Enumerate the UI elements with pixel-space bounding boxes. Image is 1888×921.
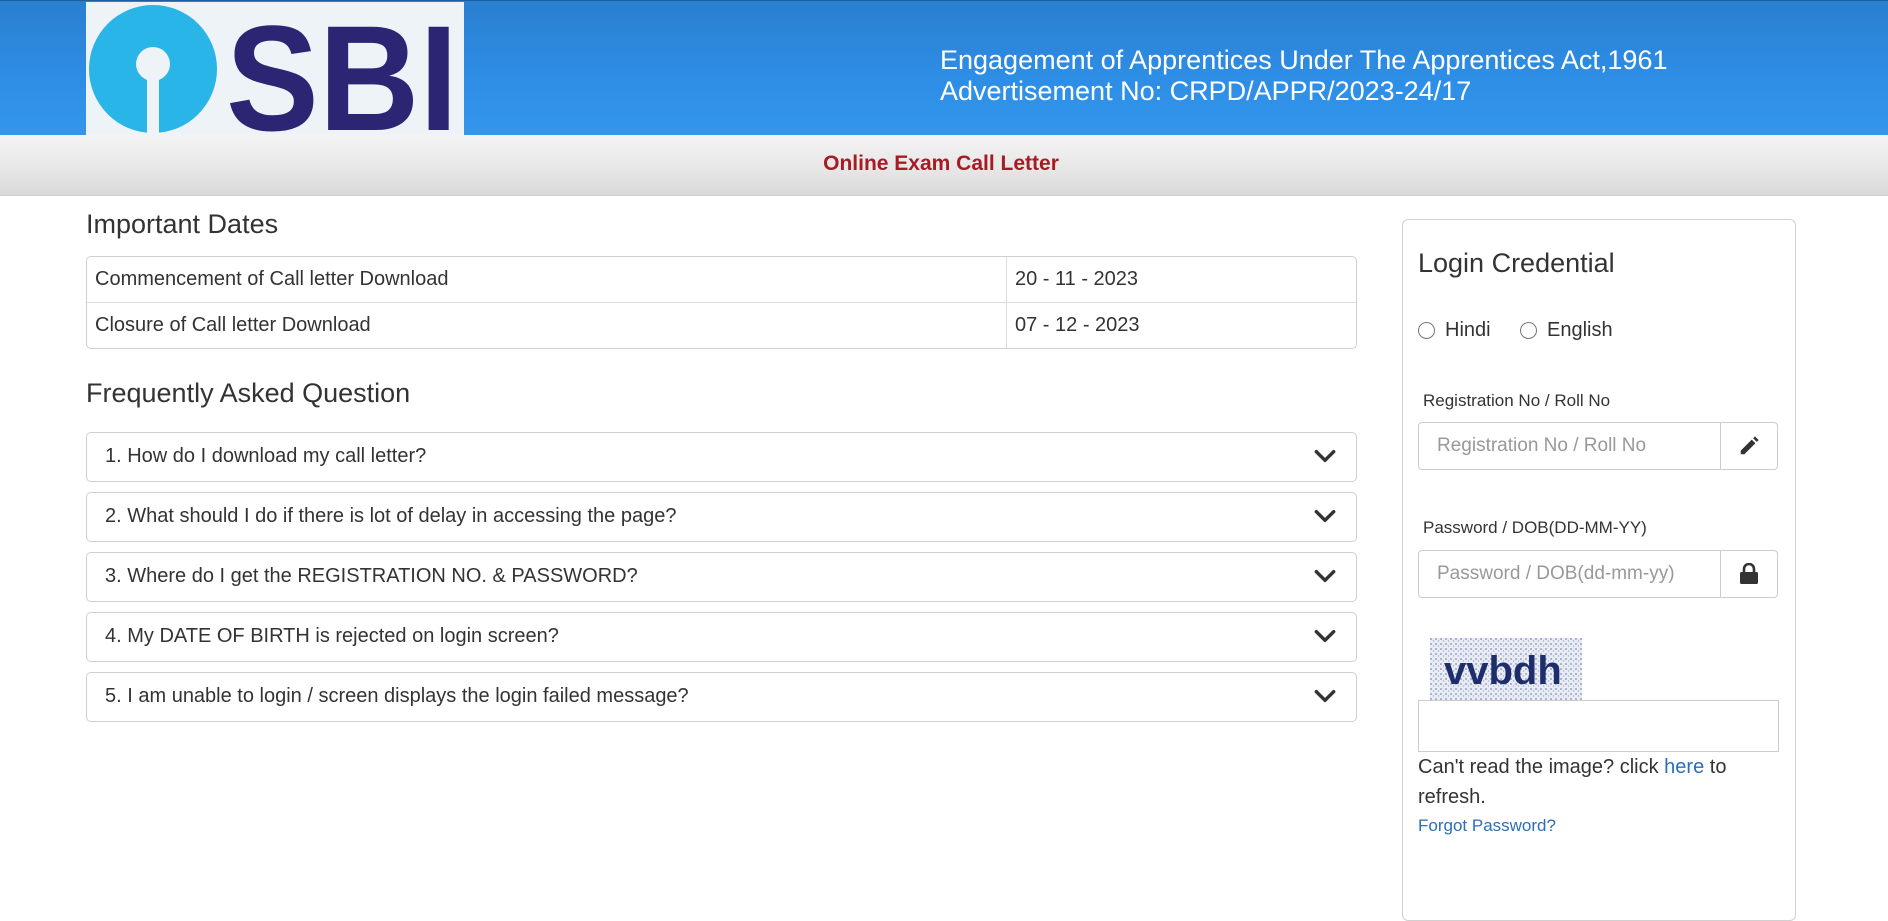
password-input[interactable] bbox=[1418, 550, 1721, 598]
captcha-text: vvbdh bbox=[1444, 649, 1562, 693]
registration-input-group bbox=[1418, 422, 1778, 470]
date-value: 20 - 11 - 2023 bbox=[1006, 257, 1356, 303]
radio-english[interactable] bbox=[1520, 322, 1537, 339]
chevron-down-icon bbox=[1314, 629, 1336, 643]
radio-label: English bbox=[1547, 319, 1613, 341]
header-title-line1: Engagement of Apprentices Under The Appr… bbox=[940, 45, 1668, 75]
table-row: Commencement of Call letter Download 20 … bbox=[87, 257, 1356, 303]
date-label: Commencement of Call letter Download bbox=[87, 257, 1006, 303]
password-input-group bbox=[1418, 550, 1778, 598]
page-title: Online Exam Call Letter bbox=[823, 152, 1059, 175]
chevron-down-icon bbox=[1314, 689, 1336, 703]
header-title: Engagement of Apprentices Under The Appr… bbox=[940, 45, 1667, 107]
login-title: Login Credential bbox=[1418, 248, 1615, 278]
radio-hindi[interactable] bbox=[1418, 322, 1435, 339]
captcha-input[interactable] bbox=[1418, 700, 1779, 752]
site-header: SBI Engagement of Apprentices Under The … bbox=[0, 0, 1888, 136]
language-option-hindi[interactable]: Hindi bbox=[1418, 319, 1491, 342]
registration-input[interactable] bbox=[1418, 422, 1721, 470]
faq-item-1[interactable]: 1. How do I download my call letter? bbox=[86, 432, 1357, 482]
faq-question: 4. My DATE OF BIRTH is rejected on login… bbox=[105, 625, 559, 647]
faq-question: 1. How do I download my call letter? bbox=[105, 445, 427, 467]
refresh-prefix: Can't read the image? click bbox=[1418, 756, 1665, 778]
important-dates-heading: Important Dates bbox=[86, 209, 279, 239]
page-subheader: Online Exam Call Letter bbox=[0, 135, 1888, 196]
logo-text: SBI bbox=[226, 2, 458, 136]
header-title-line2: Advertisement No: CRPD/APPR/2023-24/17 bbox=[940, 76, 1472, 106]
language-option-english[interactable]: English bbox=[1520, 319, 1613, 342]
sbi-logo: SBI bbox=[86, 2, 464, 136]
password-label: Password / DOB(DD-MM-YY) bbox=[1423, 518, 1647, 537]
registration-label: Registration No / Roll No bbox=[1423, 391, 1611, 410]
faq-question: 2. What should I do if there is lot of d… bbox=[105, 505, 677, 527]
faq-item-5[interactable]: 5. I am unable to login / screen display… bbox=[86, 672, 1357, 722]
date-label: Closure of Call letter Download bbox=[95, 314, 371, 336]
forgot-password-link[interactable]: Forgot Password? bbox=[1418, 816, 1556, 836]
chevron-down-icon bbox=[1314, 449, 1336, 463]
chevron-down-icon bbox=[1314, 569, 1336, 583]
date-value: 07 - 12 - 2023 bbox=[1006, 303, 1356, 348]
lock-icon bbox=[1740, 563, 1758, 584]
captcha-refresh-text: Can't read the image? click here to refr… bbox=[1418, 752, 1788, 812]
faq-item-4[interactable]: 4. My DATE OF BIRTH is rejected on login… bbox=[86, 612, 1357, 662]
registration-addon bbox=[1720, 422, 1778, 470]
faq-heading: Frequently Asked Question bbox=[86, 378, 411, 408]
password-addon bbox=[1720, 550, 1778, 598]
faq-item-2[interactable]: 2. What should I do if there is lot of d… bbox=[86, 492, 1357, 542]
faq-question: 3. Where do I get the REGISTRATION NO. &… bbox=[105, 565, 638, 587]
pencil-icon bbox=[1740, 436, 1759, 455]
table-row: Closure of Call letter Download 07 - 12 … bbox=[87, 303, 1356, 348]
radio-label: Hindi bbox=[1445, 319, 1491, 341]
captcha-image: vvbdh bbox=[1430, 638, 1582, 700]
faq-item-3[interactable]: 3. Where do I get the REGISTRATION NO. &… bbox=[86, 552, 1357, 602]
important-dates-table: Commencement of Call letter Download 20 … bbox=[86, 256, 1357, 349]
chevron-down-icon bbox=[1314, 509, 1336, 523]
refresh-captcha-link[interactable]: here bbox=[1664, 756, 1704, 778]
faq-question: 5. I am unable to login / screen display… bbox=[105, 685, 689, 707]
login-panel: Login Credential Hindi English Registrat… bbox=[1402, 219, 1796, 921]
